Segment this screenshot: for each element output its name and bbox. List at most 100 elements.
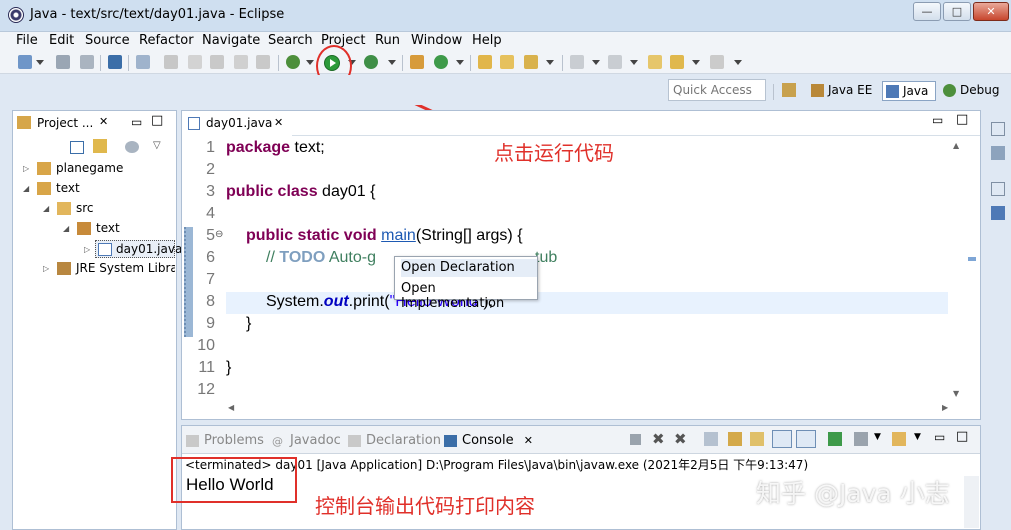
editor-horizontal-scrollbar[interactable]: ◀ ▶ [226, 403, 956, 415]
chevron-right-icon[interactable]: ▷ [23, 164, 29, 173]
task-list-icon[interactable] [991, 146, 1005, 160]
drop-frame-icon[interactable] [234, 55, 248, 69]
menu-help[interactable]: Help [472, 33, 502, 48]
chevron-down-icon[interactable] [456, 60, 464, 65]
perspective-java-ee[interactable]: Java EE [808, 81, 876, 101]
use-step-filters-icon[interactable] [256, 55, 270, 69]
perspective-debug[interactable]: Debug [940, 81, 1003, 101]
clear-console-icon[interactable] [704, 432, 718, 446]
tab-console[interactable]: Console ✕ [444, 433, 533, 448]
tab-problems[interactable]: Problems [186, 433, 264, 448]
chevron-down-icon[interactable] [692, 60, 700, 65]
chevron-down-icon[interactable] [388, 60, 396, 65]
open-task-icon[interactable] [500, 55, 514, 69]
minimize-view-icon[interactable]: ▭ [932, 113, 943, 127]
chevron-down-icon[interactable] [734, 60, 742, 65]
chevron-down-icon[interactable]: ▼ [953, 389, 959, 398]
outline-icon[interactable] [991, 206, 1005, 220]
menu-edit[interactable]: Edit [49, 33, 74, 48]
tab-project-explorer[interactable]: Project ... ✕ [13, 111, 113, 135]
chevron-down-icon[interactable]: ◢ [43, 204, 49, 213]
close-button[interactable]: ✕ [973, 2, 1009, 21]
maximize-button[interactable]: □ [943, 2, 971, 21]
console-vertical-scrollbar[interactable] [964, 476, 979, 528]
chevron-down-icon[interactable]: ▽ [153, 140, 161, 151]
next-annotation-icon[interactable] [570, 55, 584, 69]
open-perspective-icon[interactable] [782, 83, 796, 97]
tree-item-text-project[interactable]: ◢ text [23, 180, 175, 198]
pin-console-icon[interactable] [828, 432, 842, 446]
tab-day01-java[interactable]: day01.java ✕ [182, 111, 292, 136]
chevron-down-icon[interactable] [592, 60, 600, 65]
chevron-down-icon[interactable] [546, 60, 554, 65]
tree-item-day01-java[interactable]: ▷ day01.java [84, 240, 182, 258]
new-class-icon[interactable] [434, 55, 448, 69]
close-icon[interactable]: ✕ [524, 434, 533, 447]
chevron-up-icon[interactable]: ▲ [953, 141, 959, 150]
menu-search[interactable]: Search [268, 33, 313, 48]
step-over-icon[interactable] [188, 55, 202, 69]
back-arrow-icon[interactable] [670, 55, 684, 69]
previous-annotation-icon[interactable] [608, 55, 622, 69]
restore-icon[interactable] [991, 122, 1005, 136]
terminal-icon[interactable] [108, 55, 122, 69]
display-console-icon[interactable] [854, 432, 868, 446]
show-on-output-icon[interactable] [772, 430, 792, 448]
tree-item-text-package[interactable]: ◢ text [63, 220, 175, 238]
overview-ruler-marker[interactable] [968, 257, 976, 261]
editor-vertical-scrollbar[interactable]: ▲ ▼ [950, 141, 966, 401]
menu-navigate[interactable]: Navigate [202, 33, 260, 48]
chevron-down-icon[interactable]: ▼ [874, 432, 881, 442]
menu-refactor[interactable]: Refactor [139, 33, 194, 48]
open-type-icon[interactable] [478, 55, 492, 69]
debug-icon[interactable] [286, 55, 300, 69]
fold-toggle-icon[interactable]: ⊖ [215, 229, 223, 240]
tab-javadoc[interactable]: @ Javadoc [272, 433, 341, 448]
minimize-view-icon[interactable]: ▭ [934, 430, 945, 444]
chevron-down-icon[interactable]: ◢ [23, 184, 29, 193]
chevron-down-icon[interactable]: ▼ [914, 432, 921, 442]
chevron-down-icon[interactable] [630, 60, 638, 65]
chevron-right-icon[interactable]: ▶ [942, 403, 948, 412]
menu-run[interactable]: Run [375, 33, 400, 48]
minimize-button[interactable]: — [913, 2, 941, 21]
chevron-down-icon[interactable] [306, 60, 314, 65]
save-icon[interactable] [56, 55, 70, 69]
quick-access-input[interactable] [668, 79, 766, 101]
word-wrap-icon[interactable] [750, 432, 764, 446]
scroll-lock-icon[interactable] [728, 432, 742, 446]
restore-icon[interactable] [991, 182, 1005, 196]
open-console-icon[interactable] [892, 432, 906, 446]
menu-item-open-declaration[interactable]: Open Declaration [401, 260, 515, 275]
save-all-icon[interactable] [80, 55, 94, 69]
maximize-view-icon[interactable]: □ [956, 429, 968, 444]
menu-item-open-implementation[interactable]: Open Implementation [401, 281, 537, 311]
new-icon[interactable] [18, 55, 32, 69]
maximize-view-icon[interactable]: □ [151, 113, 163, 128]
chevron-down-icon[interactable]: ◢ [63, 224, 69, 233]
remove-all-icon[interactable]: ✖ [674, 430, 687, 448]
remove-launch-icon[interactable]: ✖ [652, 430, 665, 448]
minimize-view-icon[interactable]: ▭ [131, 115, 142, 129]
show-on-error-icon[interactable] [796, 430, 816, 448]
tab-declaration[interactable]: Declaration [348, 433, 441, 448]
forward-arrow-icon[interactable] [710, 55, 724, 69]
tree-item-src[interactable]: ◢ src [43, 200, 175, 218]
chevron-right-icon[interactable]: ▷ [43, 264, 49, 273]
new-java-project-icon[interactable] [410, 55, 424, 69]
view-menu-icon[interactable] [125, 141, 139, 153]
step-return-icon[interactable] [210, 55, 224, 69]
last-edit-location-icon[interactable] [648, 55, 662, 69]
perspective-java[interactable]: Java [882, 81, 936, 101]
collapse-all-icon[interactable] [70, 141, 84, 154]
tree-item-planegame[interactable]: ▷ planegame [23, 160, 175, 178]
chevron-left-icon[interactable]: ◀ [228, 403, 234, 412]
link-with-editor-icon[interactable] [93, 139, 107, 153]
code-method-link[interactable]: main [381, 227, 416, 244]
menu-source[interactable]: Source [85, 33, 130, 48]
chevron-right-icon[interactable]: ▷ [84, 245, 90, 254]
menu-window[interactable]: Window [411, 33, 462, 48]
close-icon[interactable]: ✕ [274, 116, 283, 129]
search-icon[interactable] [524, 55, 538, 69]
skip-breakpoints-icon[interactable] [136, 55, 150, 69]
